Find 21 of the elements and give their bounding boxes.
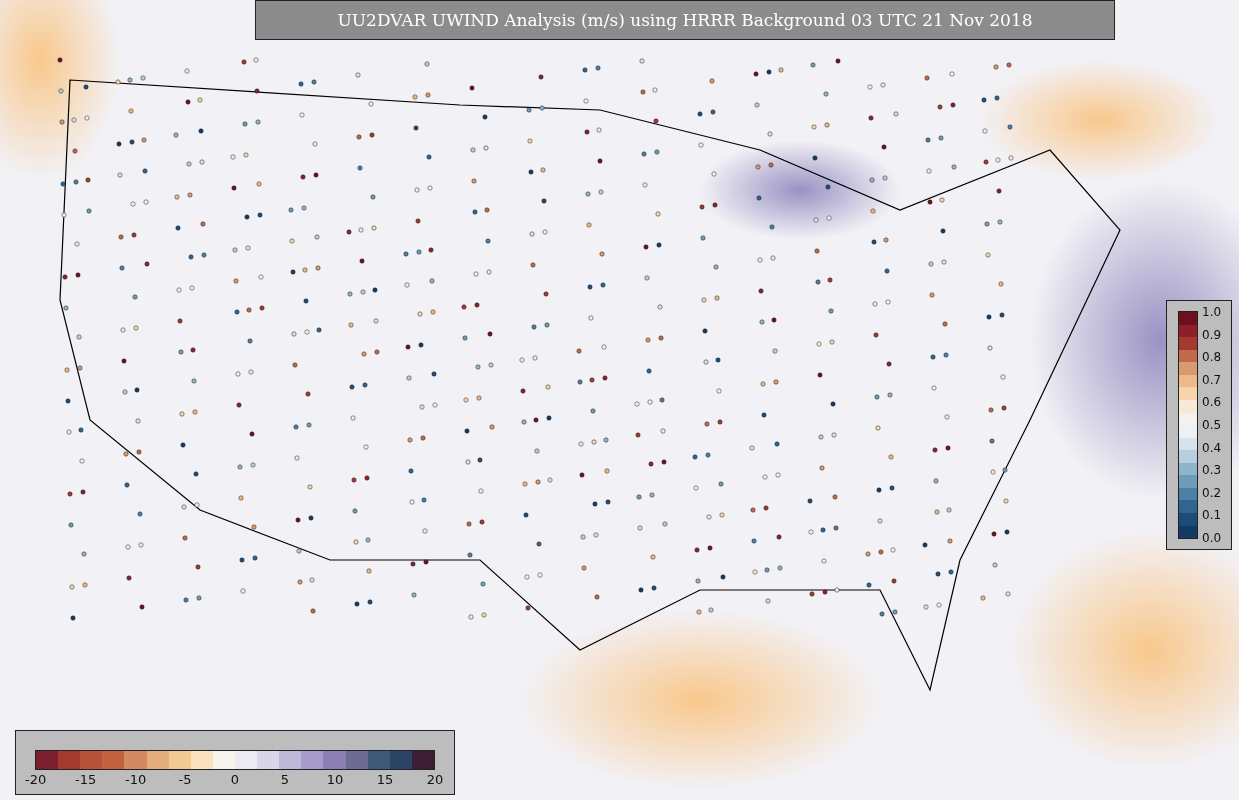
colorbar-tick-label: 0.2 — [1202, 485, 1222, 500]
colorbar-tick-label: -5 — [177, 772, 193, 787]
colorbar-tick-label: 5 — [279, 772, 291, 787]
colorbar-tick-label: -20 — [25, 772, 45, 787]
colorbar-tick-label: 0.9 — [1202, 327, 1222, 342]
colorbar-tick-label: 0 — [229, 772, 241, 787]
colorbar-tick-label: 0.6 — [1202, 395, 1222, 410]
colorbar-tick-label: 0.8 — [1202, 350, 1222, 365]
colorbar-tick-label: 0.7 — [1202, 372, 1222, 387]
colorbar-tick-label: 0.1 — [1202, 508, 1222, 523]
colorbar-tick-label: 0.4 — [1202, 440, 1222, 455]
colorbar-tick-label: 0.0 — [1202, 530, 1222, 545]
colorbar-tick-label: 0.3 — [1202, 463, 1222, 478]
colorbar-tick-label: 1.0 — [1202, 305, 1222, 319]
colorbar-tick-label: 20 — [425, 772, 445, 787]
colorbar-tick-label: 15 — [375, 772, 395, 787]
colorbar-tick-label: -15 — [75, 772, 95, 787]
colorbar-tick-label: 10 — [325, 772, 345, 787]
colorbar-tick-label: 0.5 — [1202, 417, 1222, 432]
map-title: UU2DVAR UWIND Analysis (m/s) using HRRR Background 03 UTC 21 Nov 2018 — [255, 0, 1115, 40]
colorbar-tick-label: -10 — [125, 772, 145, 787]
